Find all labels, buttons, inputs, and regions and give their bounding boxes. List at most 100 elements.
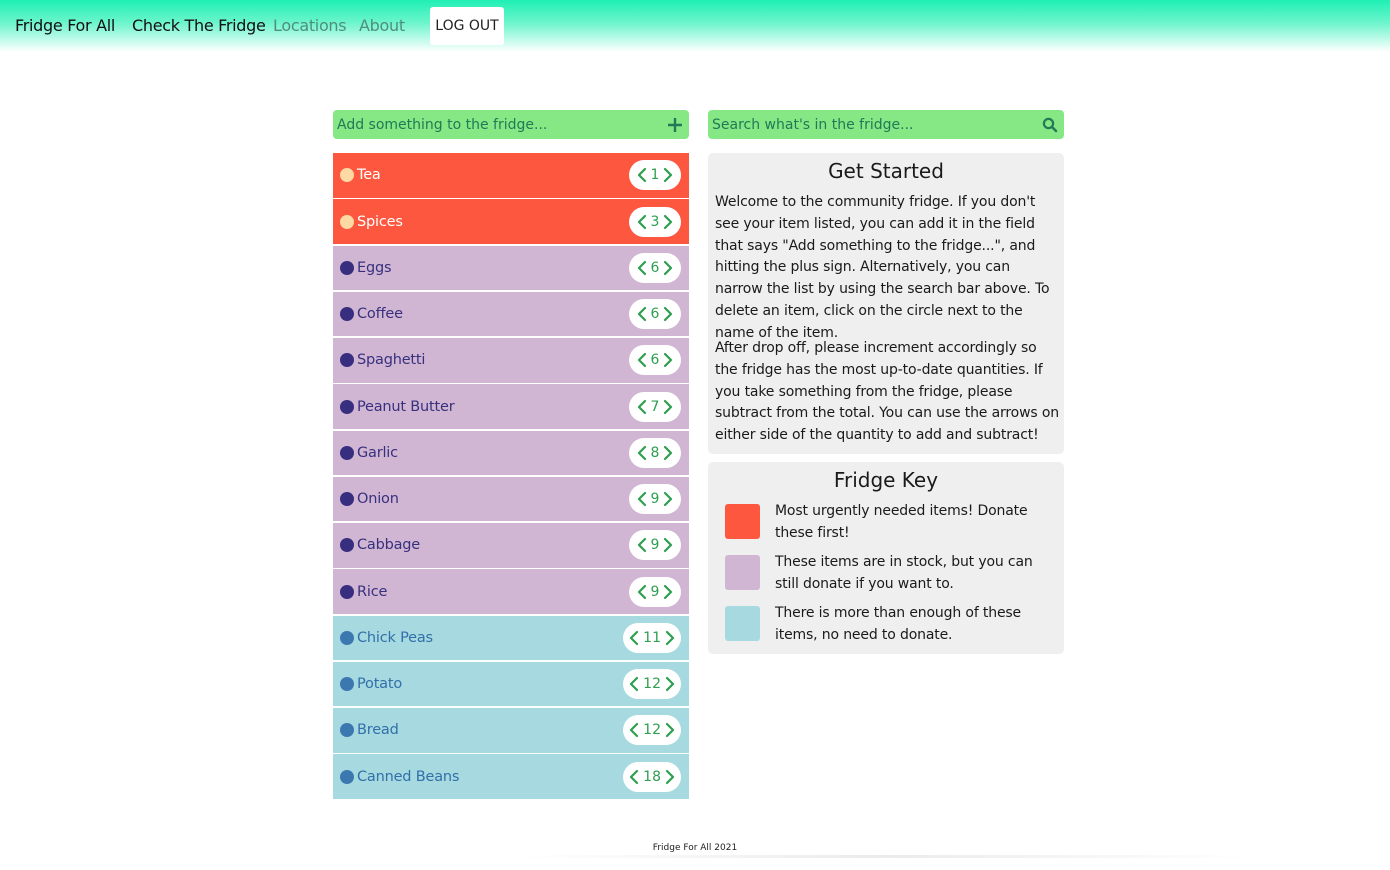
increment-chevron-right-icon[interactable] bbox=[661, 258, 675, 278]
item-name: Canned Beans bbox=[357, 768, 460, 785]
increment-chevron-right-icon[interactable] bbox=[663, 767, 677, 787]
item-quantity: 9 bbox=[650, 583, 660, 600]
item-row: Eggs 6 bbox=[333, 245, 689, 290]
item-row: Canned Beans 18 bbox=[333, 754, 689, 799]
item-quantity: 12 bbox=[643, 722, 661, 739]
item-name: Potato bbox=[357, 676, 403, 692]
increment-chevron-right-icon[interactable] bbox=[661, 350, 675, 370]
increment-chevron-right-icon[interactable] bbox=[661, 397, 675, 417]
decrement-chevron-left-icon[interactable] bbox=[635, 443, 649, 463]
quantity-stepper: 8 bbox=[629, 437, 681, 468]
key-entry-plenty: There is more than enough of these items… bbox=[725, 605, 1021, 643]
brand-link[interactable]: Fridge For All bbox=[15, 16, 115, 35]
delete-item-circle[interactable] bbox=[340, 214, 354, 229]
nav-link-about[interactable]: About bbox=[359, 16, 405, 35]
increment-chevron-right-icon[interactable] bbox=[661, 443, 675, 463]
item-row: Garlic 8 bbox=[333, 430, 689, 475]
delete-item-circle[interactable] bbox=[340, 769, 354, 784]
item-name: Cabbage bbox=[357, 537, 421, 554]
item-name: Spices bbox=[357, 213, 403, 230]
get-started-title: Get Started bbox=[828, 159, 944, 183]
item-name: Garlic bbox=[357, 444, 398, 461]
decrement-chevron-left-icon[interactable] bbox=[635, 535, 649, 555]
quantity-stepper: 9 bbox=[629, 530, 681, 561]
increment-chevron-right-icon[interactable] bbox=[663, 674, 677, 694]
quantity-stepper: 3 bbox=[629, 206, 681, 237]
delete-item-circle[interactable] bbox=[340, 584, 354, 599]
decrement-chevron-left-icon[interactable] bbox=[627, 674, 641, 694]
increment-chevron-right-icon[interactable] bbox=[661, 582, 675, 602]
increment-chevron-right-icon[interactable] bbox=[661, 489, 675, 509]
search-input[interactable] bbox=[708, 110, 1036, 139]
decrement-chevron-left-icon[interactable] bbox=[635, 489, 649, 509]
delete-item-circle[interactable] bbox=[340, 677, 354, 691]
delete-item-circle[interactable] bbox=[340, 723, 354, 738]
quantity-stepper: 1 bbox=[629, 160, 681, 191]
get-started-panel: Get Started Welcome to the community fri… bbox=[708, 153, 1064, 454]
fridge-key-panel: Fridge Key Most urgently needed items! D… bbox=[708, 462, 1064, 654]
item-row: Onion 9 bbox=[333, 476, 689, 522]
decrement-chevron-left-icon[interactable] bbox=[635, 258, 649, 278]
decrement-chevron-left-icon[interactable] bbox=[627, 628, 641, 648]
key-swatch-plenty bbox=[725, 606, 760, 641]
item-name: Spaghetti bbox=[357, 352, 426, 369]
item-quantity: 1 bbox=[650, 167, 660, 184]
increment-chevron-right-icon[interactable] bbox=[661, 304, 675, 324]
logout-button[interactable]: LOG OUT bbox=[430, 7, 504, 45]
fridge-item-list: Tea 1 Spices 3 Eggs 6 Coffee 6 Spaghetti 6 Peanut … bbox=[333, 153, 689, 801]
item-quantity: 18 bbox=[643, 768, 661, 785]
key-text: Most urgently needed items! Donate these… bbox=[775, 503, 1028, 541]
decrement-chevron-left-icon[interactable] bbox=[627, 767, 641, 787]
nav-link-check-the-fridge[interactable]: Check The Fridge bbox=[132, 16, 266, 35]
delete-item-circle[interactable] bbox=[340, 260, 354, 275]
item-name: Tea bbox=[357, 167, 381, 184]
item-row: Potato 12 bbox=[333, 661, 689, 707]
decrement-chevron-left-icon[interactable] bbox=[635, 212, 649, 232]
delete-item-circle[interactable] bbox=[340, 307, 354, 321]
increment-chevron-right-icon[interactable] bbox=[661, 212, 675, 232]
delete-item-circle[interactable] bbox=[340, 492, 354, 506]
delete-item-circle[interactable] bbox=[340, 538, 354, 553]
item-quantity: 6 bbox=[650, 352, 660, 369]
decrement-chevron-left-icon[interactable] bbox=[635, 397, 649, 417]
item-name: Chick Peas bbox=[357, 629, 433, 646]
nav-link-locations[interactable]: Locations bbox=[273, 16, 347, 35]
get-started-paragraph: After drop off, please increment accordi… bbox=[715, 340, 1059, 444]
decrement-chevron-left-icon[interactable] bbox=[627, 720, 641, 740]
plus-icon[interactable] bbox=[661, 110, 689, 139]
item-row: Rice 9 bbox=[333, 569, 689, 614]
decrement-chevron-left-icon[interactable] bbox=[635, 350, 649, 370]
key-swatch-stock bbox=[725, 555, 760, 590]
item-quantity: 6 bbox=[650, 306, 660, 322]
add-item-input[interactable] bbox=[333, 110, 661, 139]
delete-item-circle[interactable] bbox=[340, 399, 354, 414]
quantity-stepper: 6 bbox=[629, 345, 681, 376]
delete-item-circle[interactable] bbox=[340, 353, 354, 368]
search-bar bbox=[708, 110, 1064, 139]
get-started-paragraph: Welcome to the community fridge. If you … bbox=[715, 194, 1050, 341]
delete-item-circle[interactable] bbox=[340, 445, 354, 460]
quantity-stepper: 18 bbox=[623, 761, 681, 792]
item-row: Peanut Butter 7 bbox=[333, 384, 689, 429]
item-name: Eggs bbox=[357, 259, 392, 276]
increment-chevron-right-icon[interactable] bbox=[661, 535, 675, 555]
delete-item-circle[interactable] bbox=[340, 168, 354, 183]
item-row: Tea 1 bbox=[333, 153, 689, 198]
decrement-chevron-left-icon[interactable] bbox=[635, 165, 649, 185]
decrement-chevron-left-icon[interactable] bbox=[635, 304, 649, 324]
increment-chevron-right-icon[interactable] bbox=[663, 628, 677, 648]
quantity-stepper: 6 bbox=[629, 299, 681, 329]
key-entry-urgent: Most urgently needed items! Donate these… bbox=[725, 503, 1028, 541]
quantity-stepper: 12 bbox=[623, 669, 681, 699]
increment-chevron-right-icon[interactable] bbox=[661, 165, 675, 185]
item-quantity: 6 bbox=[650, 259, 660, 276]
item-row: Cabbage 9 bbox=[333, 523, 689, 568]
key-text: There is more than enough of these items… bbox=[775, 605, 1022, 643]
search-icon[interactable] bbox=[1036, 110, 1064, 139]
increment-chevron-right-icon[interactable] bbox=[663, 720, 677, 740]
fridge-key-title: Fridge Key bbox=[833, 468, 939, 492]
quantity-stepper: 11 bbox=[623, 622, 681, 653]
delete-item-circle[interactable] bbox=[340, 630, 354, 645]
item-quantity: 7 bbox=[650, 398, 660, 415]
decrement-chevron-left-icon[interactable] bbox=[635, 582, 649, 602]
